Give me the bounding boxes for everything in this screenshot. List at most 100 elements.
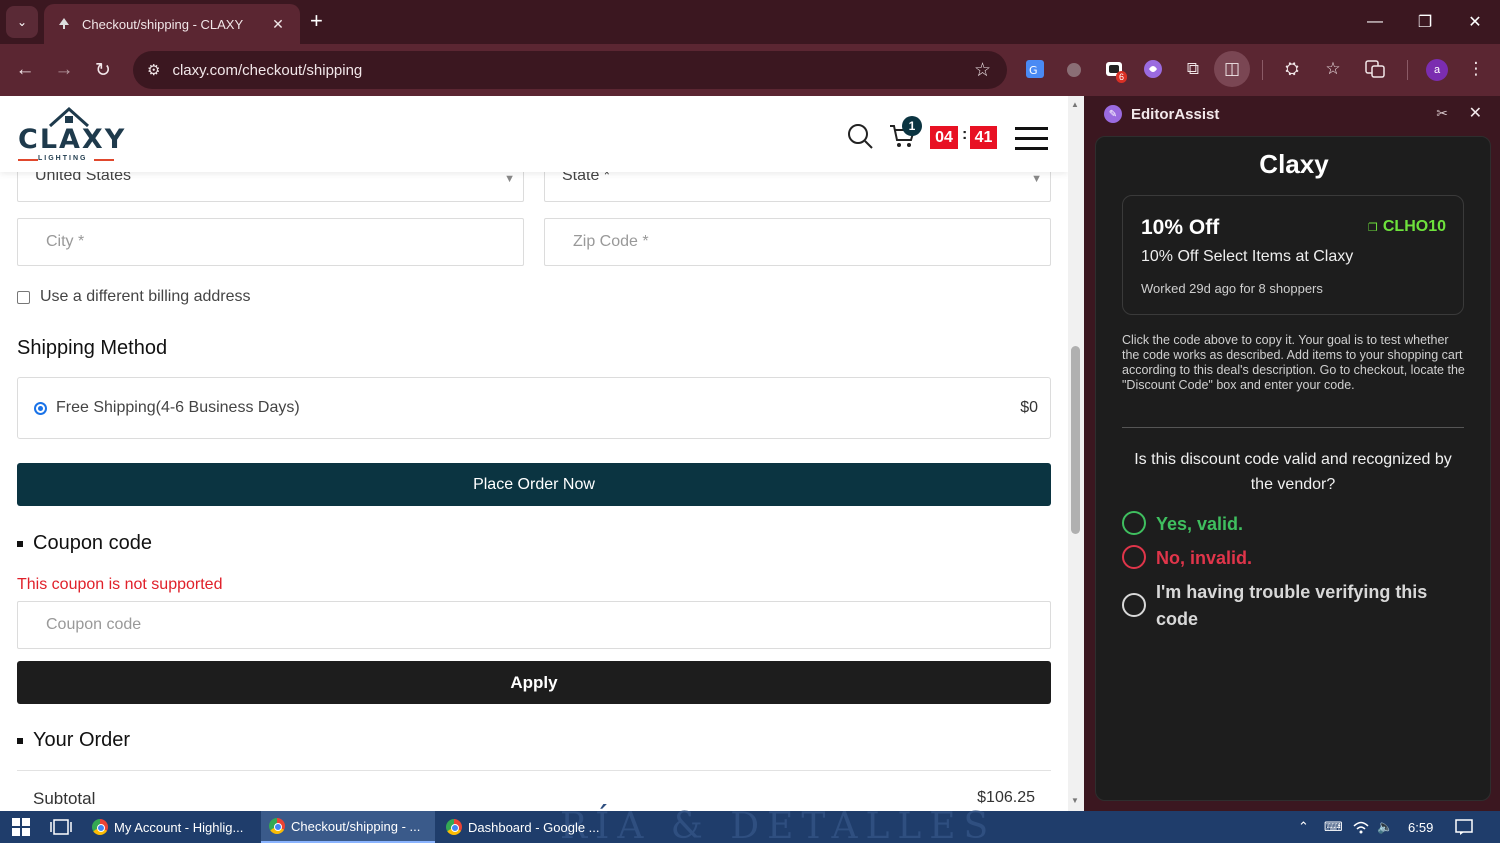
- billing-checkbox-label: Use a different billing address: [40, 288, 251, 305]
- shipping-radio[interactable]: [34, 401, 47, 415]
- validation-question: Is this discount code valid and recogniz…: [1134, 451, 1452, 493]
- back-button[interactable]: ←: [12, 57, 38, 83]
- toolbar-separator: [1262, 60, 1263, 80]
- tab-search-button[interactable]: ⌄: [6, 6, 38, 38]
- close-panel-icon[interactable]: ✕: [1469, 103, 1482, 123]
- place-order-button[interactable]: Place Order Now: [17, 463, 1051, 506]
- scroll-down-icon[interactable]: ▼: [1071, 796, 1079, 805]
- bookmark-star-icon[interactable]: ☆: [974, 59, 991, 82]
- url-text: claxy.com/checkout/shipping: [172, 61, 363, 79]
- logo-line: [94, 159, 114, 161]
- input-method-icon[interactable]: ⌨: [1324, 811, 1343, 843]
- deal-code-text: CLHO10: [1382, 218, 1446, 235]
- copy-icon: ❐: [1368, 221, 1378, 234]
- profile-avatar[interactable]: a: [1426, 59, 1448, 81]
- tab-close-icon[interactable]: ✕: [268, 16, 288, 33]
- minimize-button[interactable]: —: [1350, 0, 1400, 44]
- option-trouble[interactable]: I'm having trouble verifying this code: [1122, 579, 1442, 633]
- tab-active[interactable]: Checkout/shipping - CLAXY ✕: [44, 4, 300, 44]
- page-scrollbar[interactable]: ▲ ▼: [1068, 96, 1084, 811]
- restore-button[interactable]: ❐: [1400, 0, 1450, 44]
- translate-icon[interactable]: [1362, 56, 1388, 82]
- zip-code-field[interactable]: Zip Code *: [544, 218, 1051, 266]
- menu-dots-icon[interactable]: ⋮: [1463, 56, 1489, 82]
- tab-strip: ⌄ Checkout/shipping - CLAXY ✕ + — ❐ ✕: [0, 0, 1500, 44]
- search-icon[interactable]: [846, 122, 874, 155]
- taskbar-item-dashboard[interactable]: Dashboard - Google ...: [438, 811, 608, 843]
- windows-start-icon[interactable]: [4, 811, 38, 843]
- unpin-icon[interactable]: ✂: [1436, 105, 1448, 122]
- option-trouble-label: I'm having trouble verifying this code: [1156, 582, 1428, 629]
- shipping-method-title: Shipping Method: [17, 337, 168, 359]
- radio-valid[interactable]: [1122, 511, 1146, 535]
- taskbar-item-my-account[interactable]: My Account - Highlig...: [84, 811, 260, 843]
- new-tab-button[interactable]: +: [310, 10, 323, 32]
- store-brand: Claxy: [1259, 149, 1329, 179]
- order-divider: [17, 770, 1051, 771]
- clock-time[interactable]: 6:59: [1408, 811, 1433, 843]
- taskbar-item-checkout[interactable]: Checkout/shipping - ...: [261, 811, 435, 843]
- deal-description: 10% Off Select Items at Claxy: [1141, 248, 1354, 265]
- city-placeholder: City *: [46, 233, 85, 250]
- bookmarks-icon[interactable]: ☆: [1320, 56, 1346, 82]
- reload-button[interactable]: ↻: [90, 57, 116, 83]
- subtotal-label: Subtotal: [33, 789, 96, 808]
- chevron-down-icon: ▼: [1031, 173, 1042, 185]
- side-panel-header: ✎ EditorAssist ✂ ✕: [1084, 96, 1500, 132]
- svg-text:G: G: [1029, 64, 1038, 77]
- volume-icon[interactable]: 🔈: [1377, 811, 1393, 843]
- taskbar-item-label: Checkout/shipping - ...: [291, 818, 421, 834]
- notifications-icon[interactable]: [1455, 811, 1473, 843]
- apply-coupon-button[interactable]: Apply: [17, 661, 1051, 704]
- incognito-icon[interactable]: ⛭: [1279, 56, 1305, 82]
- zip-placeholder: Zip Code *: [573, 233, 649, 250]
- chrome-icon: [269, 818, 285, 834]
- translate-extension-icon[interactable]: G: [1022, 56, 1048, 82]
- deal-code-button[interactable]: ❐ CLHO10: [1368, 218, 1446, 236]
- billing-checkbox[interactable]: [17, 290, 30, 304]
- favicon-icon: [56, 16, 72, 32]
- address-bar[interactable]: ⚙ claxy.com/checkout/shipping ☆: [133, 51, 1007, 89]
- claxy-logo[interactable]: CLAXY LIGHTING: [18, 106, 124, 164]
- toolbar-separator: [1407, 60, 1408, 80]
- panel-divider: [1122, 427, 1464, 428]
- side-panel-body: Claxy 10% Off ❐ CLHO10 10% Off Select It…: [1095, 136, 1491, 801]
- wifi-icon[interactable]: [1353, 811, 1369, 843]
- timer-minutes: 04: [930, 126, 958, 149]
- option-valid[interactable]: Yes, valid.: [1122, 511, 1243, 538]
- side-panel-icon[interactable]: ◫: [1214, 51, 1250, 87]
- puzzle-extensions-icon[interactable]: ⧉: [1180, 56, 1206, 82]
- scrollbar-thumb[interactable]: [1071, 346, 1080, 534]
- city-field[interactable]: City *: [17, 218, 524, 266]
- site-info-icon[interactable]: ⚙: [147, 61, 160, 79]
- timer-colon: :: [962, 126, 968, 143]
- option-invalid-label: No, invalid.: [1156, 548, 1253, 568]
- option-invalid[interactable]: No, invalid.: [1122, 545, 1252, 572]
- chrome-icon: [446, 819, 462, 835]
- coupon-section-title: Coupon code: [17, 532, 152, 555]
- instructions-text: Click the code above to copy it. Your go…: [1122, 333, 1465, 392]
- coupon-input[interactable]: Coupon code: [17, 601, 1051, 649]
- forward-button[interactable]: →: [51, 57, 77, 83]
- site-header: CLAXY LIGHTING 1 04 : 41: [0, 96, 1068, 172]
- tray-chevron-icon[interactable]: ⌃: [1298, 811, 1309, 843]
- shipping-option-label: Free Shipping(4-6 Business Days): [56, 399, 300, 416]
- android-extension-icon[interactable]: [1061, 56, 1087, 82]
- editorassist-extension-icon[interactable]: [1140, 56, 1166, 82]
- hamburger-menu-icon[interactable]: [1015, 127, 1048, 157]
- chevron-down-icon: ▼: [504, 173, 515, 185]
- close-window-button[interactable]: ✕: [1450, 0, 1500, 44]
- your-order-title: Your Order: [17, 729, 130, 752]
- logo-text: CLAXY: [18, 124, 127, 155]
- radio-invalid[interactable]: [1122, 545, 1146, 569]
- taskbar-item-label: Dashboard - Google ...: [468, 819, 600, 835]
- coupon-placeholder: Coupon code: [46, 616, 142, 633]
- option-valid-label: Yes, valid.: [1156, 514, 1244, 534]
- deal-meta: Worked 29d ago for 8 shoppers: [1141, 281, 1323, 296]
- scroll-up-icon[interactable]: ▲: [1071, 100, 1079, 109]
- shipping-option[interactable]: Free Shipping(4-6 Business Days) $0: [17, 377, 1051, 439]
- task-view-icon[interactable]: [42, 811, 80, 843]
- radio-trouble[interactable]: [1122, 593, 1146, 617]
- billing-address-option[interactable]: Use a different billing address: [17, 288, 251, 306]
- windows-taskbar: RÍA & DETALLES My Account - Highlig... C…: [0, 809, 1500, 843]
